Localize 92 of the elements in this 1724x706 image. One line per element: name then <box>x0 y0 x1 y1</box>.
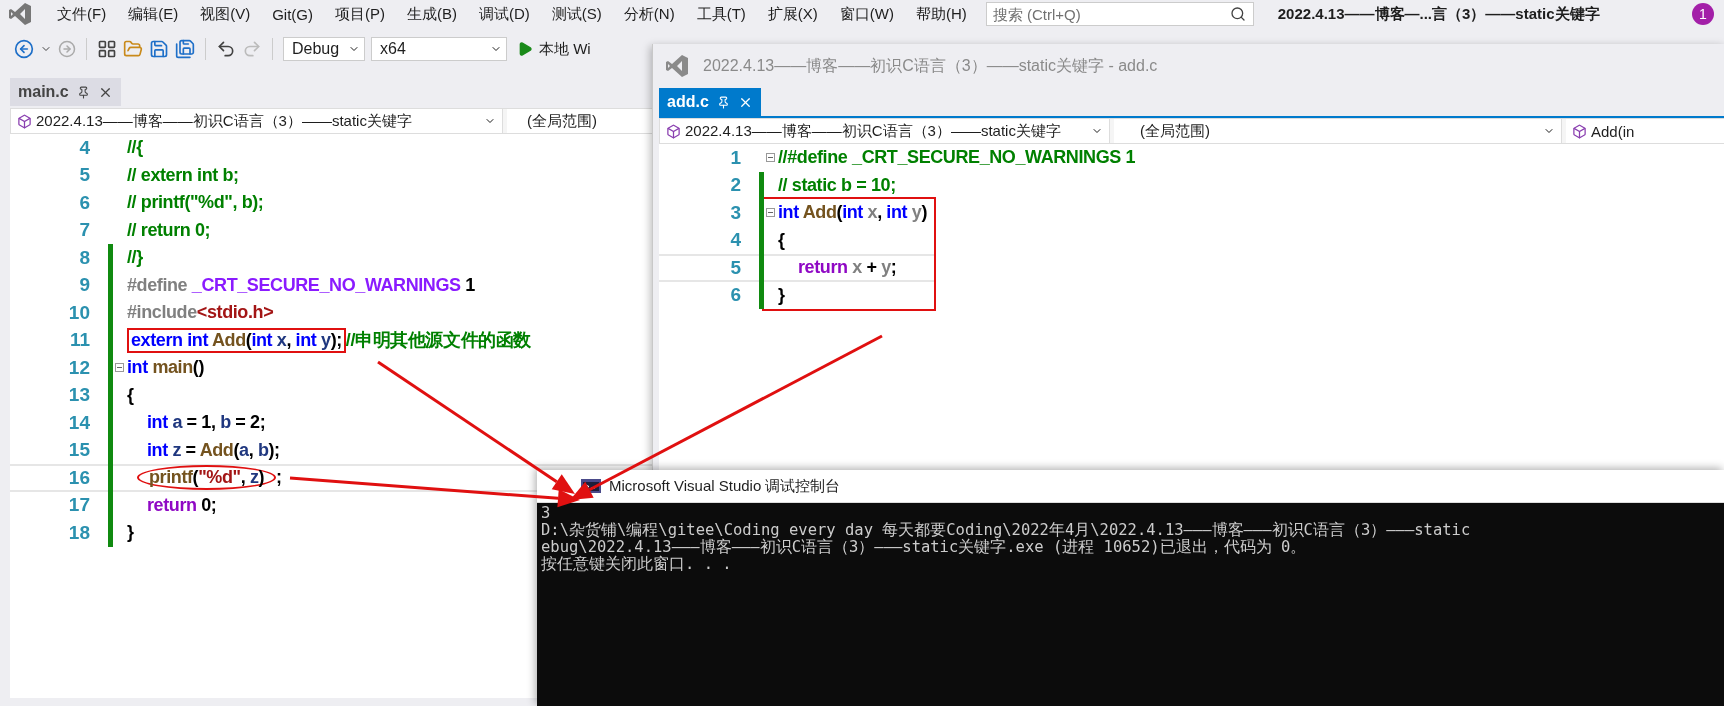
scope-dropdown[interactable]: (全局范围) <box>1114 119 1562 143</box>
line-number: 6 <box>729 284 741 307</box>
code-text: } <box>127 522 134 544</box>
console-title: Microsoft Visual Studio 调试控制台 <box>609 476 841 496</box>
line-number: 1 <box>729 146 741 169</box>
code-text: #define _CRT_SECURE_NO_WARNINGS 1 <box>127 274 475 296</box>
project-dropdown[interactable]: 2022.4.13——博客——初识C语言（3）——static关键字 <box>660 119 1110 143</box>
line-number: 4 <box>729 229 741 252</box>
code-text: // extern int b; <box>127 164 239 186</box>
menu-item[interactable]: 分析(N) <box>612 1 686 27</box>
line-number: 3 <box>729 201 741 224</box>
menu-item[interactable]: Git(G) <box>261 1 324 27</box>
code-text: int z = Add(a, b); <box>147 439 280 461</box>
menu-item[interactable]: 帮助(H) <box>904 1 978 27</box>
line-number: 11 <box>68 329 90 352</box>
code-text: printf("%d", z) <box>149 467 265 489</box>
undo-icon[interactable] <box>216 39 236 59</box>
play-icon <box>517 41 533 57</box>
line-number: 5 <box>78 164 90 187</box>
line-number: 13 <box>67 384 90 407</box>
code-text: //} <box>127 247 143 269</box>
pin-icon[interactable] <box>76 85 90 99</box>
configuration-dropdown[interactable]: Debug <box>283 37 365 61</box>
save-all-icon[interactable] <box>175 39 195 59</box>
folder-icon[interactable] <box>123 39 143 59</box>
window-title: 2022.4.13——博客—...言（3）——static关键字 <box>1277 4 1600 24</box>
code-text: int main() <box>127 357 204 379</box>
code-text: ; <box>276 467 282 489</box>
code-text: return 0; <box>147 494 217 516</box>
collapse-icon[interactable] <box>114 363 124 373</box>
line-number: 10 <box>67 301 90 324</box>
code-text: // static b = 10; <box>778 174 896 196</box>
code-text: // printf("%d", b); <box>127 192 264 214</box>
platform-dropdown[interactable]: x64 <box>371 37 507 61</box>
menu-item[interactable]: 调试(D) <box>468 1 541 27</box>
line-number: 18 <box>67 521 90 544</box>
menu-item[interactable]: 测试(S) <box>540 1 613 27</box>
menu-item[interactable]: 生成(B) <box>396 1 468 27</box>
visual-studio-logo <box>665 54 689 78</box>
member-dropdown[interactable]: Add(in <box>1566 119 1724 143</box>
menu-item[interactable]: 项目(P) <box>324 1 396 27</box>
cube-icon <box>1572 123 1587 139</box>
menu-item[interactable]: 文件(F) <box>46 1 118 27</box>
new-project-icon[interactable] <box>97 39 117 59</box>
notification-badge[interactable]: 1 <box>1692 3 1714 25</box>
search-field[interactable]: 搜索 (Ctrl+Q) <box>985 2 1254 26</box>
visual-studio-logo <box>8 2 32 26</box>
line-number: 15 <box>67 439 90 462</box>
menu-item[interactable]: 工具(T) <box>685 1 757 27</box>
project-dropdown[interactable]: 2022.4.13——博客——初识C语言（3）——static关键字 <box>11 109 503 133</box>
run-button[interactable]: 本地 Wi <box>513 39 595 59</box>
code-text: #include<stdio.h> <box>127 302 274 324</box>
code-text: } <box>778 284 785 306</box>
console-output-line: 3 <box>541 505 551 522</box>
menu-item[interactable]: 扩展(X) <box>756 1 829 27</box>
line-number: 7 <box>78 219 90 242</box>
cube-icon <box>666 123 681 139</box>
line-number: 16 <box>67 466 90 489</box>
line-number: 2 <box>729 174 741 197</box>
line-number: 8 <box>78 246 90 269</box>
line-number: 14 <box>67 411 90 434</box>
save-icon[interactable] <box>149 39 169 59</box>
file-tab[interactable]: main.c <box>10 78 121 106</box>
code-text: //申明其他源文件的函数 <box>345 329 532 353</box>
window-title: 2022.4.13——博客——初识C语言（3）——static关键字 - add.c <box>703 55 1158 76</box>
line-number: 5 <box>729 256 741 279</box>
code-text: int Add(int x, int y) <box>778 202 927 224</box>
code-text: //#define _CRT_SECURE_NO_WARNINGS 1 <box>778 147 1136 169</box>
menu-item[interactable]: 编辑(E) <box>117 1 190 27</box>
code-text: int a = 1, b = 2; <box>147 412 266 434</box>
console-output-line: 按任意键关闭此窗口. . . <box>541 556 732 573</box>
line-number: 6 <box>78 191 90 214</box>
line-number: 9 <box>78 274 90 297</box>
line-number: 17 <box>67 494 90 517</box>
console-output-line: D:\杂货铺\编程\gitee\Coding every day 每天都要Coding\2022年4月\2022.4.13———博客———初识C语言（3）———static <box>541 522 1471 539</box>
code-text: // return 0; <box>127 219 211 241</box>
code-text: extern int Add(int x, int y); <box>131 329 342 351</box>
collapse-icon[interactable] <box>765 208 775 218</box>
code-text: //{ <box>127 137 143 159</box>
pin-icon[interactable] <box>716 95 730 109</box>
console-output-line: ebug\2022.4.13———博客———初识C语言（3）———static关键字.exe (进程 10652)已退出，代码为 0。 <box>541 539 1307 556</box>
collapse-icon[interactable] <box>765 153 775 163</box>
code-text: { <box>778 229 785 251</box>
cube-icon <box>17 113 32 129</box>
line-number: 4 <box>78 136 90 159</box>
menu-item[interactable]: 视图(V) <box>189 1 262 27</box>
code-text: return x + y; <box>798 257 897 279</box>
file-tab[interactable]: add.c <box>659 88 761 116</box>
line-number: 12 <box>67 356 90 379</box>
code-text: { <box>127 384 134 406</box>
back-icon[interactable] <box>14 39 34 59</box>
menu-item[interactable]: 窗口(W) <box>828 1 905 27</box>
